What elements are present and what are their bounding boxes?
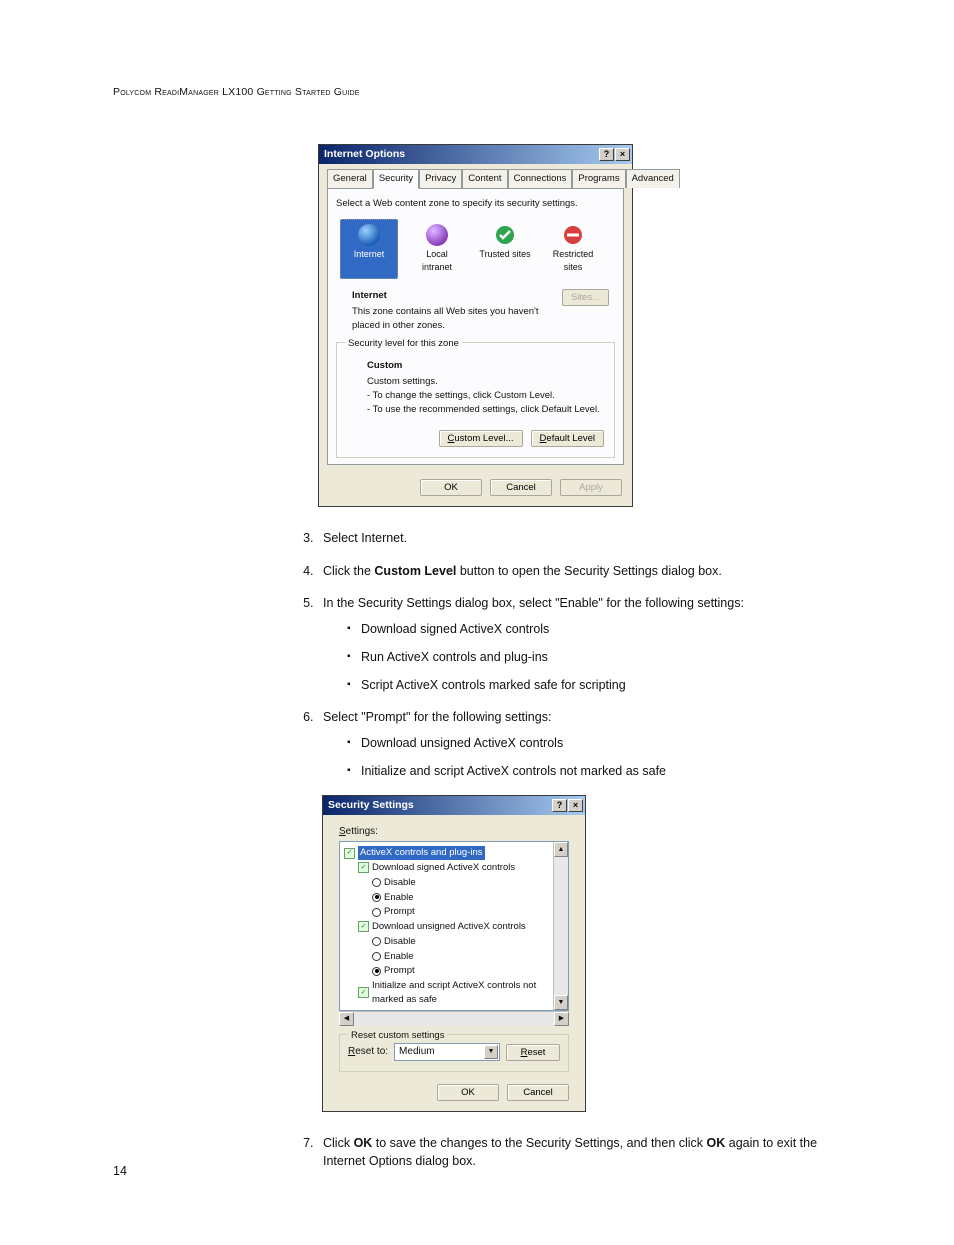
- level-line: - To change the settings, click Custom L…: [367, 389, 604, 403]
- scrollbar-horizontal[interactable]: ◀ ▶: [339, 1011, 569, 1026]
- tab-content[interactable]: Content: [462, 169, 507, 188]
- page-header: Polycom ReadiManager LX100 Getting Start…: [113, 85, 842, 100]
- radio-label[interactable]: Enable: [384, 891, 414, 905]
- internet-options-dialog: Internet Options ? × General Security Pr…: [318, 144, 633, 507]
- tab-body: Select a Web content zone to specify its…: [327, 188, 624, 465]
- sites-button: Sites...: [562, 289, 609, 306]
- zone-intranet[interactable]: Local intranet: [408, 219, 466, 279]
- scroll-right-icon[interactable]: ▶: [554, 1012, 569, 1026]
- group-legend: Reset custom settings: [348, 1029, 447, 1043]
- radio-label[interactable]: Prompt: [384, 905, 415, 919]
- chevron-down-icon[interactable]: ▼: [484, 1045, 498, 1059]
- cancel-button[interactable]: Cancel: [507, 1084, 569, 1101]
- scrollbar-vertical[interactable]: ▲ ▼: [553, 842, 568, 1010]
- close-icon[interactable]: ×: [568, 799, 583, 812]
- help-icon[interactable]: ?: [552, 799, 567, 812]
- step-4: Click the Custom Level button to open th…: [317, 562, 842, 580]
- step-5: In the Security Settings dialog box, sel…: [317, 594, 842, 695]
- radio-icon[interactable]: [372, 908, 381, 917]
- reset-group: Reset custom settings Reset to: Medium ▼…: [339, 1034, 569, 1072]
- zone-description: This zone contains all Web sites you hav…: [352, 305, 552, 333]
- security-settings-dialog: Security Settings ? × Settings: ✓ActiveX…: [322, 795, 586, 1113]
- help-icon[interactable]: ?: [599, 148, 614, 161]
- radio-label[interactable]: Disable: [384, 1008, 416, 1011]
- dialog-title: Security Settings: [328, 798, 414, 813]
- level-line: Custom settings.: [367, 375, 604, 389]
- page-number: 14: [113, 1162, 127, 1180]
- scroll-left-icon[interactable]: ◀: [339, 1012, 354, 1026]
- settings-tree[interactable]: ✓ActiveX controls and plug-ins ✓Download…: [339, 841, 569, 1011]
- reset-to-label: Reset to:: [348, 1045, 388, 1060]
- list-item: Download signed ActiveX controls: [347, 620, 842, 638]
- zone-label: Internet: [343, 248, 395, 261]
- zone-restricted[interactable]: Restricted sites: [544, 219, 602, 279]
- radio-label[interactable]: Disable: [384, 876, 416, 890]
- step-7: Click OK to save the changes to the Secu…: [317, 1134, 842, 1170]
- reset-to-combo[interactable]: Medium ▼: [394, 1043, 500, 1061]
- custom-level-button[interactable]: CCustom Level...ustom Level...: [439, 430, 523, 447]
- tree-root[interactable]: ActiveX controls and plug-ins: [358, 846, 485, 860]
- tab-programs[interactable]: Programs: [572, 169, 625, 188]
- settings-label: Settings:: [331, 821, 577, 842]
- globe-icon: [343, 224, 395, 246]
- ok-button[interactable]: OK: [437, 1084, 499, 1101]
- level-line: - To use the recommended settings, click…: [367, 403, 604, 417]
- apply-button: Apply: [560, 479, 622, 496]
- dialog-title: Internet Options: [324, 147, 405, 162]
- radio-icon[interactable]: [372, 952, 381, 961]
- list-item: Script ActiveX controls marked safe for …: [347, 676, 842, 694]
- restricted-icon: [547, 224, 599, 246]
- list-item: Initialize and script ActiveX controls n…: [347, 762, 842, 780]
- activex-icon: ✓: [358, 862, 369, 873]
- activex-icon: ✓: [358, 921, 369, 932]
- radio-icon[interactable]: [372, 878, 381, 887]
- zone-label: Trusted sites: [479, 248, 531, 261]
- radio-icon[interactable]: [372, 937, 381, 946]
- step-6: Select "Prompt" for the following settin…: [317, 708, 842, 780]
- zone-label: Restricted sites: [547, 248, 599, 274]
- step-3: Select Internet.: [317, 529, 842, 547]
- activex-icon: ✓: [358, 987, 369, 998]
- security-level-group: Security level for this zone Custom Cust…: [336, 342, 615, 458]
- tab-security[interactable]: Security: [373, 169, 419, 189]
- zone-trusted[interactable]: Trusted sites: [476, 219, 534, 279]
- zone-internet[interactable]: Internet: [340, 219, 398, 279]
- ok-button[interactable]: OK: [420, 479, 482, 496]
- group-legend: Security level for this zone: [345, 337, 462, 351]
- tree-node[interactable]: Download signed ActiveX controls: [372, 861, 515, 875]
- titlebar[interactable]: Security Settings ? ×: [323, 796, 585, 815]
- instruction-list: Select Internet. Click the Custom Level …: [301, 529, 842, 780]
- tab-connections[interactable]: Connections: [508, 169, 573, 188]
- tab-advanced[interactable]: Advanced: [626, 169, 680, 188]
- close-icon[interactable]: ×: [615, 148, 630, 161]
- instruction-list: Click OK to save the changes to the Secu…: [301, 1134, 842, 1170]
- intranet-icon: [411, 224, 463, 246]
- list-item: Run ActiveX controls and plug-ins: [347, 648, 842, 666]
- tab-strip: General Security Privacy Content Connect…: [319, 164, 632, 188]
- radio-label[interactable]: Disable: [384, 935, 416, 949]
- zone-title: Internet: [352, 289, 552, 303]
- tree-node[interactable]: Download unsigned ActiveX controls: [372, 920, 526, 934]
- tab-general[interactable]: General: [327, 169, 373, 188]
- instruction-text: Select a Web content zone to specify its…: [336, 197, 615, 211]
- radio-label[interactable]: Prompt: [384, 964, 415, 978]
- list-item: Download unsigned ActiveX controls: [347, 734, 842, 752]
- tab-privacy[interactable]: Privacy: [419, 169, 462, 188]
- scroll-up-icon[interactable]: ▲: [554, 842, 568, 857]
- radio-icon[interactable]: [372, 893, 381, 902]
- combo-value: Medium: [399, 1045, 435, 1060]
- reset-button[interactable]: Reset: [506, 1044, 560, 1061]
- default-level-button[interactable]: Default Level: [531, 430, 604, 447]
- scroll-down-icon[interactable]: ▼: [554, 995, 568, 1010]
- tree-node[interactable]: Initialize and script ActiveX controls n…: [372, 979, 551, 1007]
- activex-icon: ✓: [344, 848, 355, 859]
- radio-label[interactable]: Enable: [384, 950, 414, 964]
- cancel-button[interactable]: Cancel: [490, 479, 552, 496]
- radio-icon[interactable]: [372, 967, 381, 976]
- level-title: Custom: [367, 359, 604, 373]
- titlebar[interactable]: Internet Options ? ×: [319, 145, 632, 164]
- trusted-icon: [479, 224, 531, 246]
- zone-label: Local intranet: [411, 248, 463, 274]
